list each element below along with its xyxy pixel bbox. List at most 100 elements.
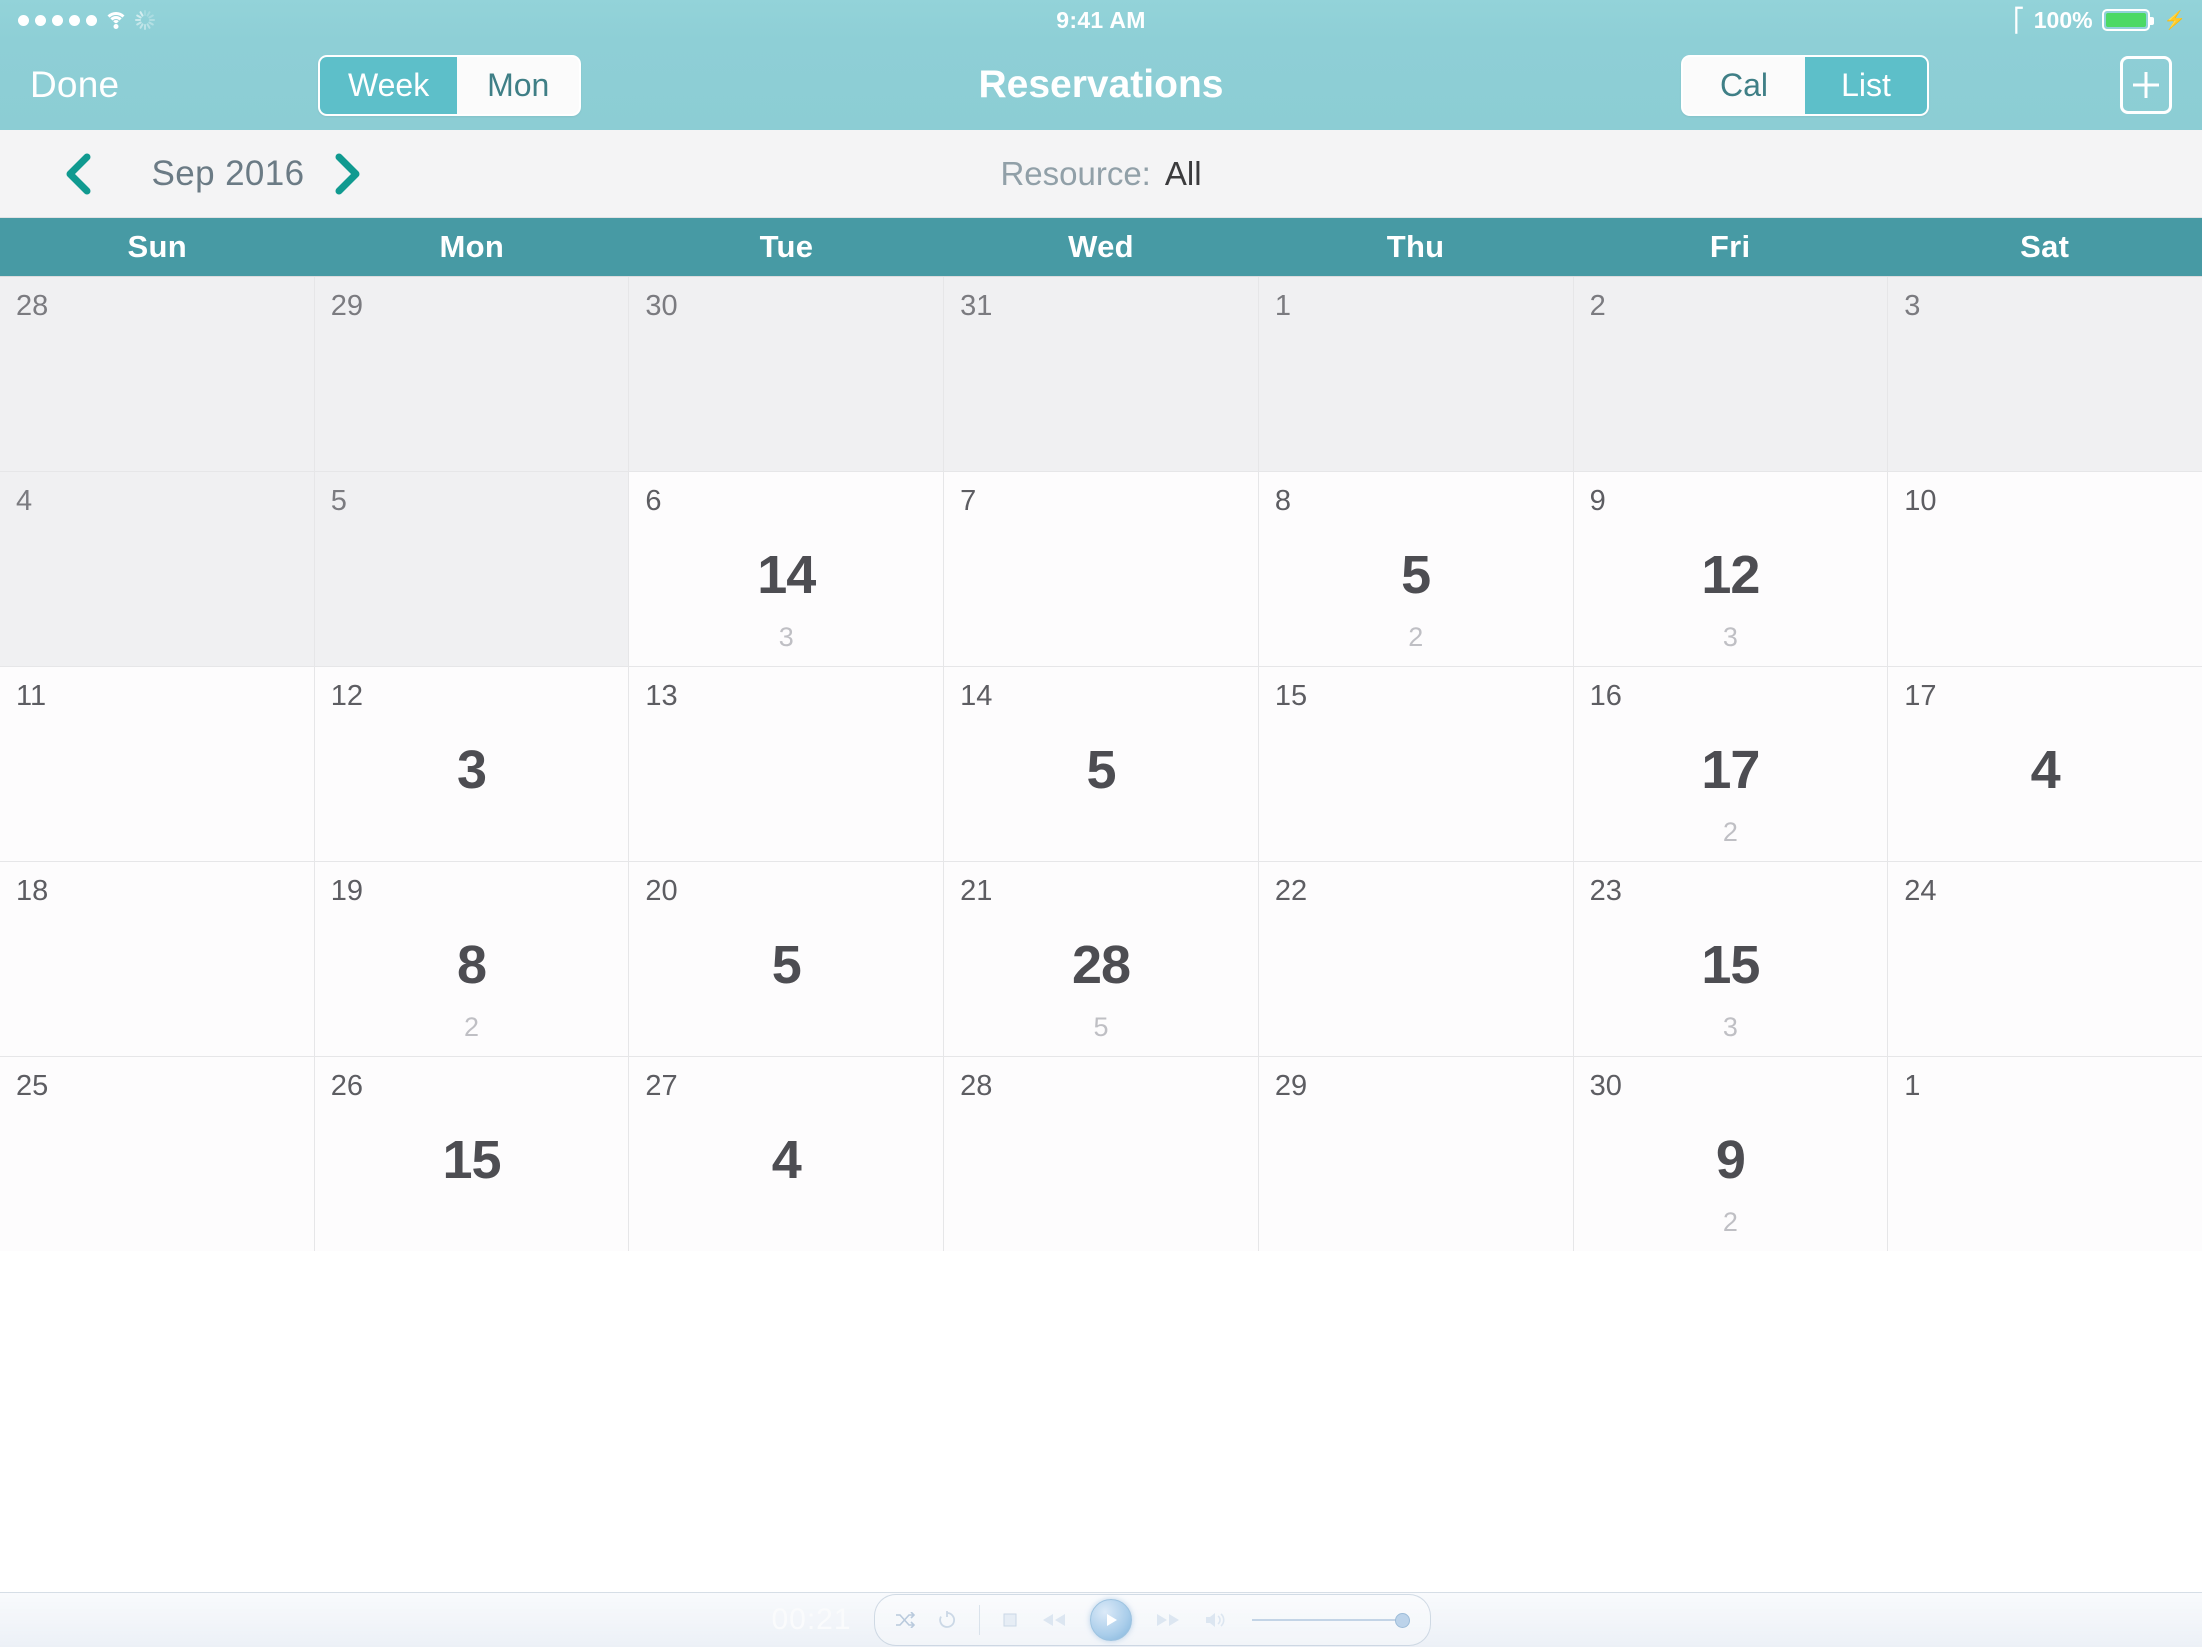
day-number: 20 (645, 875, 678, 907)
calendar-day-cell[interactable]: 19 8 2 (314, 862, 629, 1056)
calendar-day-cell[interactable]: 8 5 2 (1258, 472, 1573, 666)
calendar-day-cell[interactable]: 20 5 (629, 862, 944, 1056)
stop-icon[interactable] (1002, 1612, 1018, 1628)
calendar-day-cell[interactable]: 7 (944, 472, 1258, 666)
calendar-day-cell[interactable]: 22 (1258, 862, 1573, 1056)
calendar-day-cell[interactable]: 6 14 3 (629, 472, 944, 666)
battery-icon (2101, 9, 2154, 31)
resource-filter[interactable]: Resource: All (1000, 155, 1201, 193)
calendar-day-cell[interactable]: 26 15 (314, 1057, 629, 1251)
chevron-left-icon (66, 153, 91, 194)
calendar-day-cell[interactable]: 1 (1258, 277, 1573, 471)
nav-bar: Done Week Mon Reservations Cal List (0, 40, 2202, 130)
weekday-header-row: Sun Mon Tue Wed Thu Fri Sat (0, 218, 2202, 276)
segment-cal[interactable]: Cal (1683, 56, 1805, 114)
calendar-day-cell[interactable]: 15 (1258, 667, 1573, 861)
calendar-day-cell[interactable]: 17 4 (1888, 667, 2202, 861)
day-number: 7 (960, 485, 977, 517)
day-number: 27 (645, 1070, 678, 1102)
secondary-count: 2 (464, 1012, 480, 1042)
day-number: 9 (1589, 485, 1606, 517)
day-number: 30 (1589, 1070, 1622, 1102)
reservation-count: 4 (771, 1130, 802, 1190)
calendar-day-cell[interactable]: 28 (0, 277, 314, 471)
calendar-day-cell[interactable]: 12 3 (314, 667, 629, 861)
volume-slider[interactable] (1251, 1612, 1410, 1628)
status-bar-clock: 9:41 AM (1056, 6, 1146, 33)
day-number: 31 (960, 290, 993, 322)
fast-forward-icon[interactable] (1154, 1612, 1182, 1628)
day-number: 1 (1274, 290, 1291, 322)
reservation-count: 5 (771, 935, 802, 995)
day-number: 17 (1904, 680, 1937, 712)
calendar-day-cell[interactable]: 16 17 2 (1573, 667, 1888, 861)
day-number: 23 (1589, 875, 1622, 907)
secondary-count: 2 (1722, 1207, 1738, 1237)
calendar-day-cell[interactable]: 10 (1888, 472, 2202, 666)
reservation-count: 12 (1701, 545, 1760, 605)
calendar-day-cell[interactable]: 1 (1888, 1057, 2202, 1251)
repeat-icon[interactable] (937, 1611, 957, 1629)
calendar-day-cell[interactable]: 31 (944, 277, 1258, 471)
calendar-day-cell[interactable]: 29 (314, 277, 629, 471)
day-number: 28 (16, 290, 49, 322)
weekday-header-fri: Fri (1709, 229, 1751, 264)
current-month-label: Sep 2016 (151, 153, 305, 193)
reservation-count: 3 (457, 740, 487, 800)
calendar-day-cell[interactable]: 3 (1888, 277, 2202, 471)
reservation-count: 15 (442, 1130, 502, 1190)
weekday-header-tue: Tue (759, 229, 814, 264)
shuffle-icon[interactable] (895, 1612, 915, 1628)
calendar-day-cell[interactable]: 30 (629, 277, 944, 471)
calendar-day-cell[interactable]: 14 5 (944, 667, 1258, 861)
calendar-day-cell[interactable]: 23 15 3 (1573, 862, 1888, 1056)
day-number: 10 (1904, 485, 1937, 517)
day-number: 1 (1904, 1070, 1921, 1102)
weekday-header-sun: Sun (127, 229, 187, 264)
day-number: 18 (16, 875, 49, 907)
reservation-count: 9 (1715, 1130, 1746, 1190)
view-mode-segmented-control[interactable]: Cal List (1681, 54, 1929, 116)
reservation-count: 4 (2030, 740, 2061, 800)
day-number: 11 (16, 680, 47, 712)
calendar-day-cell[interactable]: 4 (0, 472, 314, 666)
reservation-count: 5 (1401, 545, 1431, 605)
rewind-icon[interactable] (1040, 1612, 1068, 1628)
calendar-day-cell[interactable]: 27 4 (629, 1057, 944, 1251)
reservation-count: 8 (457, 935, 487, 995)
calendar-day-cell[interactable]: 29 (1258, 1057, 1573, 1251)
volume-icon[interactable] (1204, 1611, 1230, 1629)
calendar-subheader: Sep 2016 Resource: All (0, 130, 2202, 218)
add-reservation-button[interactable] (2120, 56, 2172, 114)
weekday-header-sat: Sat (2020, 229, 2070, 264)
calendar-day-cell[interactable]: 5 (314, 472, 629, 666)
day-number: 4 (16, 485, 33, 517)
video-player-bar[interactable]: 00:21 (0, 1592, 2202, 1647)
calendar-day-cell[interactable]: 25 (0, 1057, 314, 1251)
weekday-header-wed: Wed (1068, 229, 1134, 264)
reservation-count: 14 (757, 545, 816, 605)
volume-knob[interactable] (1394, 1612, 1410, 1628)
calendar-day-cell[interactable]: 18 (0, 862, 314, 1056)
calendar-day-cell[interactable]: 28 (944, 1057, 1258, 1251)
calendar-grid: 28 29 30 31 1 2 3 4 5 6 14 3 7 8 5 2 9 12 3 10 11 12 3 13 14 5 15 1… (0, 276, 2202, 1251)
previous-month-button[interactable] (62, 151, 96, 197)
segment-list[interactable]: List (1805, 56, 1927, 114)
calendar-day-cell[interactable]: 13 (629, 667, 944, 861)
calendar-day-cell[interactable]: 24 (1888, 862, 2202, 1056)
day-number: 29 (1274, 1070, 1308, 1102)
calendar-day-cell[interactable]: 21 28 5 (944, 862, 1258, 1056)
calendar-day-cell[interactable]: 9 12 3 (1573, 472, 1888, 666)
calendar-day-cell[interactable]: 2 (1573, 277, 1888, 471)
day-number: 6 (645, 485, 662, 517)
reservation-count: 28 (1071, 935, 1131, 995)
play-button[interactable] (1089, 1599, 1132, 1641)
day-number: 21 (960, 875, 993, 907)
calendar-day-cell[interactable]: 11 (0, 667, 314, 861)
day-number: 24 (1904, 875, 1937, 907)
day-number: 8 (1274, 485, 1291, 517)
control-separator (978, 1605, 980, 1635)
resource-filter-value: All (1164, 154, 1202, 192)
calendar-day-cell[interactable]: 30 9 2 (1573, 1057, 1888, 1251)
next-month-button[interactable] (330, 151, 364, 197)
